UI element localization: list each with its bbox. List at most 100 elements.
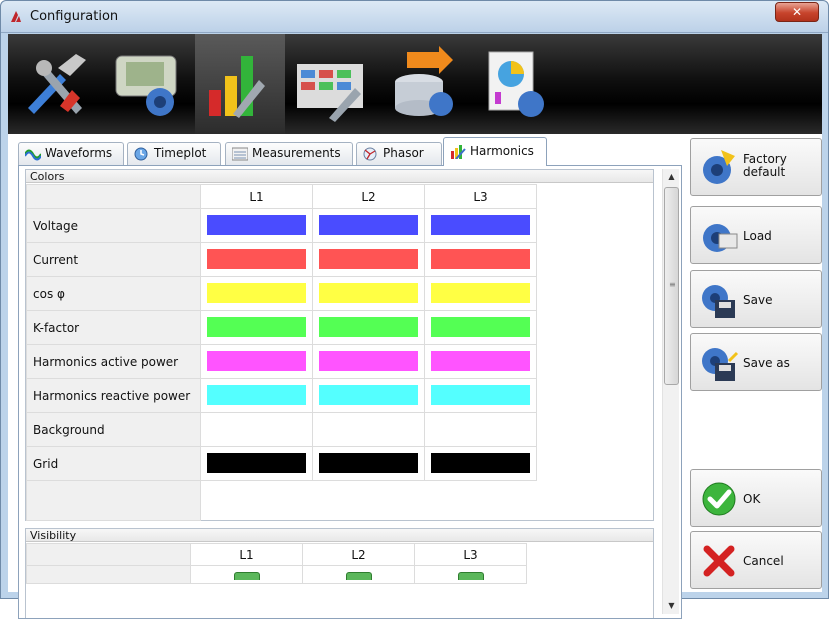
tab-waveforms[interactable]: Waveforms bbox=[18, 142, 124, 165]
color-swatch bbox=[431, 283, 530, 303]
corner-cell bbox=[26, 543, 191, 566]
database-import-icon bbox=[395, 46, 453, 116]
harmonics-icon bbox=[451, 145, 466, 159]
toolbar-database-button[interactable] bbox=[379, 34, 469, 134]
device-settings-icon bbox=[115, 55, 177, 116]
color-swatch bbox=[431, 249, 530, 269]
color-swatch bbox=[431, 351, 530, 371]
color-cell-l3[interactable] bbox=[424, 310, 537, 345]
visibility-toggle-l1[interactable] bbox=[233, 572, 260, 580]
visibility-group: Visibility L1 L2 L3 bbox=[25, 528, 654, 618]
report-settings-icon bbox=[488, 51, 544, 117]
color-row-label: Harmonics reactive power bbox=[26, 378, 201, 413]
color-cell-l2[interactable] bbox=[312, 276, 425, 311]
color-swatch bbox=[319, 385, 418, 405]
tab-timeplot[interactable]: Timeplot bbox=[127, 142, 221, 165]
color-cell-l3[interactable] bbox=[424, 208, 537, 243]
color-cell-l2[interactable] bbox=[312, 446, 425, 481]
tab-label: Phasor bbox=[383, 146, 424, 160]
color-swatch bbox=[319, 249, 418, 269]
image-toolbar bbox=[8, 34, 822, 134]
toolbar-harmonics-config-button[interactable] bbox=[195, 34, 285, 134]
color-row: K-factor bbox=[26, 310, 537, 345]
measurements-icon bbox=[232, 147, 248, 161]
color-cell-l2[interactable] bbox=[312, 344, 425, 379]
scroll-grip-icon: ≡ bbox=[669, 280, 676, 289]
color-row-label: cos φ bbox=[26, 276, 201, 311]
load-button[interactable]: Load bbox=[690, 206, 822, 264]
visibility-toggle-l3[interactable] bbox=[457, 572, 484, 580]
save-as-label: Save as bbox=[743, 356, 790, 370]
column-header-l3: L3 bbox=[414, 543, 527, 566]
color-swatch bbox=[207, 453, 306, 473]
color-cell-l3[interactable] bbox=[424, 344, 537, 379]
tab-measurements[interactable]: Measurements bbox=[225, 142, 353, 165]
toolbar-device-button[interactable] bbox=[104, 34, 194, 134]
toolbar-tools-button[interactable] bbox=[12, 34, 102, 134]
color-cell-l3[interactable] bbox=[424, 412, 537, 447]
tab-phasor[interactable]: Phasor bbox=[356, 142, 442, 165]
color-swatch bbox=[207, 385, 306, 405]
color-swatch bbox=[207, 419, 306, 439]
color-cell-l1[interactable] bbox=[200, 310, 313, 345]
save-as-button[interactable]: Save as bbox=[690, 333, 822, 391]
color-cell-l1[interactable] bbox=[200, 344, 313, 379]
color-cell-l2[interactable] bbox=[312, 412, 425, 447]
tab-harmonics[interactable]: Harmonics bbox=[443, 137, 547, 166]
color-row: Voltage bbox=[26, 208, 537, 243]
color-row-label: Current bbox=[26, 242, 201, 277]
color-cell-l1[interactable] bbox=[200, 208, 313, 243]
color-cell-l1[interactable] bbox=[200, 242, 313, 277]
color-swatch bbox=[319, 283, 418, 303]
scroll-down-arrow[interactable]: ▼ bbox=[663, 598, 680, 614]
vertical-scrollbar[interactable]: ▲ ≡ ▼ bbox=[662, 169, 679, 614]
tools-icon bbox=[28, 54, 86, 114]
color-cell-l2[interactable] bbox=[312, 378, 425, 413]
color-cell-l3[interactable] bbox=[424, 446, 537, 481]
empty-cell bbox=[313, 481, 425, 521]
checkmark-icon bbox=[702, 482, 736, 516]
color-cell-l1[interactable] bbox=[200, 378, 313, 413]
color-row-label: Grid bbox=[26, 446, 201, 481]
color-row-label: Harmonics active power bbox=[26, 344, 201, 379]
tab-label: Waveforms bbox=[45, 146, 113, 160]
configuration-window: Configuration ✕ Waveforms Timeplot Measu… bbox=[0, 0, 829, 619]
color-cell-l2[interactable] bbox=[312, 208, 425, 243]
ok-button[interactable]: OK bbox=[690, 469, 822, 527]
scroll-thumb[interactable]: ≡ bbox=[664, 187, 679, 385]
tab-strip: Waveforms Timeplot Measurements Phasor H… bbox=[18, 137, 678, 166]
waveforms-icon bbox=[25, 149, 41, 161]
toolbar-report-button[interactable] bbox=[471, 34, 561, 134]
color-cell-l1[interactable] bbox=[200, 412, 313, 447]
save-button[interactable]: Save bbox=[690, 270, 822, 328]
close-button[interactable]: ✕ bbox=[775, 2, 819, 22]
color-filler-row bbox=[26, 480, 537, 521]
scroll-up-arrow[interactable]: ▲ bbox=[663, 169, 680, 185]
column-header-l2: L2 bbox=[302, 543, 415, 566]
color-cell-l3[interactable] bbox=[424, 378, 537, 413]
color-row: Grid bbox=[26, 446, 537, 481]
visibility-header-row: L1 L2 L3 bbox=[26, 543, 527, 566]
color-swatch bbox=[319, 317, 418, 337]
color-cell-l2[interactable] bbox=[312, 242, 425, 277]
cancel-button[interactable]: Cancel bbox=[690, 531, 822, 589]
toolbar-table-button[interactable] bbox=[287, 34, 377, 134]
color-swatch bbox=[207, 215, 306, 235]
table-tools-icon bbox=[297, 64, 363, 122]
title-bar: Configuration ✕ bbox=[1, 1, 828, 33]
color-cell-l1[interactable] bbox=[200, 276, 313, 311]
window-client-area: Waveforms Timeplot Measurements Phasor H… bbox=[8, 34, 822, 619]
visibility-toggle-l2[interactable] bbox=[345, 572, 372, 580]
color-cell-l3[interactable] bbox=[424, 276, 537, 311]
factory-default-button[interactable]: Factory default bbox=[690, 138, 822, 196]
color-cell-l2[interactable] bbox=[312, 310, 425, 345]
visibility-table: L1 L2 L3 bbox=[26, 543, 527, 584]
colors-group-title: Colors bbox=[26, 170, 653, 183]
corner-cell bbox=[26, 184, 201, 209]
color-cell-l1[interactable] bbox=[200, 446, 313, 481]
color-swatch bbox=[207, 283, 306, 303]
color-swatch bbox=[431, 317, 530, 337]
column-header-l1: L1 bbox=[190, 543, 303, 566]
bar-chart-tools-icon bbox=[209, 56, 265, 118]
color-cell-l3[interactable] bbox=[424, 242, 537, 277]
